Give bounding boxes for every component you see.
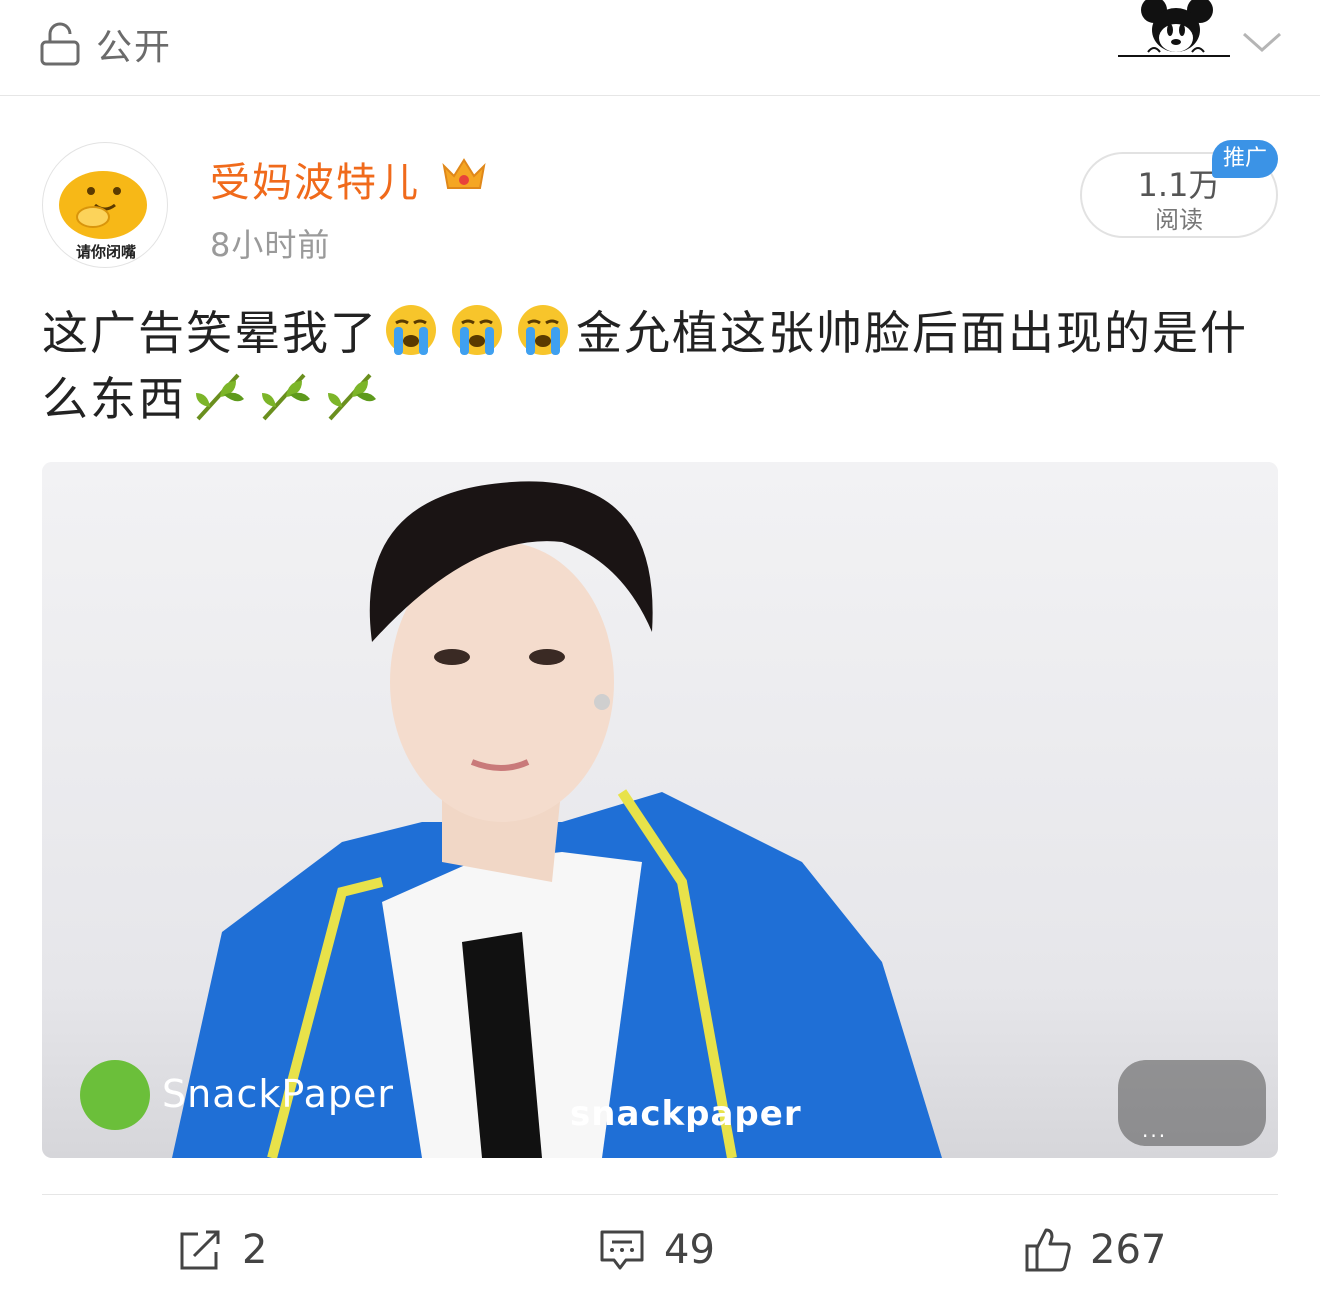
privacy-setting[interactable]: 公开 [40, 22, 172, 68]
comment-count: 49 [664, 1227, 715, 1273]
promo-badge: 推广 [1212, 140, 1278, 178]
leaf-emoji [262, 373, 310, 421]
avatar[interactable]: 请你闭嘴 [42, 142, 168, 268]
more-dots: ... [1142, 1118, 1168, 1142]
watermark-corner [1118, 1060, 1266, 1146]
chevron-down-icon[interactable] [1240, 26, 1284, 56]
like-button[interactable]: 267 [1024, 1222, 1166, 1278]
comment-icon [600, 1230, 644, 1270]
post-media[interactable]: SnackPaper snackpaper ... [42, 462, 1278, 1158]
snackpaper-logo [80, 1060, 150, 1130]
leaf-emoji [196, 373, 244, 421]
watermark-center: snackpaper [570, 1094, 802, 1134]
comment-button[interactable]: 49 [598, 1222, 715, 1278]
read-label: 阅读 [1155, 206, 1203, 234]
author-name[interactable]: 受妈波特儿 [210, 150, 420, 208]
divider [42, 1194, 1278, 1195]
share-icon [180, 1230, 220, 1270]
crying-face-emoji [518, 305, 568, 355]
thumbs-up-icon [1025, 1228, 1071, 1272]
crying-face-emoji [386, 305, 436, 355]
top-bar: 公开 [0, 0, 1320, 96]
crying-face-emoji [452, 305, 502, 355]
post-time: 8小时前 [210, 226, 331, 264]
avatar-caption: 请你闭嘴 [75, 243, 136, 261]
watermark-brand: SnackPaper [162, 1072, 395, 1116]
post-text-part-1: 这广告笑晕我了 [42, 306, 378, 360]
mickey-mascot-icon [1118, 0, 1230, 57]
video-thumbnail [42, 462, 1278, 1158]
like-count: 267 [1090, 1227, 1167, 1273]
repost-button[interactable]: 2 [176, 1222, 267, 1278]
privacy-label: 公开 [96, 27, 173, 68]
post-text: 这广告笑晕我了 金允植这张帅脸后面出现的是什么东西 [42, 300, 1278, 432]
repost-count: 2 [242, 1227, 268, 1273]
lock-icon [40, 22, 80, 66]
crown-icon [442, 158, 486, 189]
leaf-emoji [328, 373, 376, 421]
